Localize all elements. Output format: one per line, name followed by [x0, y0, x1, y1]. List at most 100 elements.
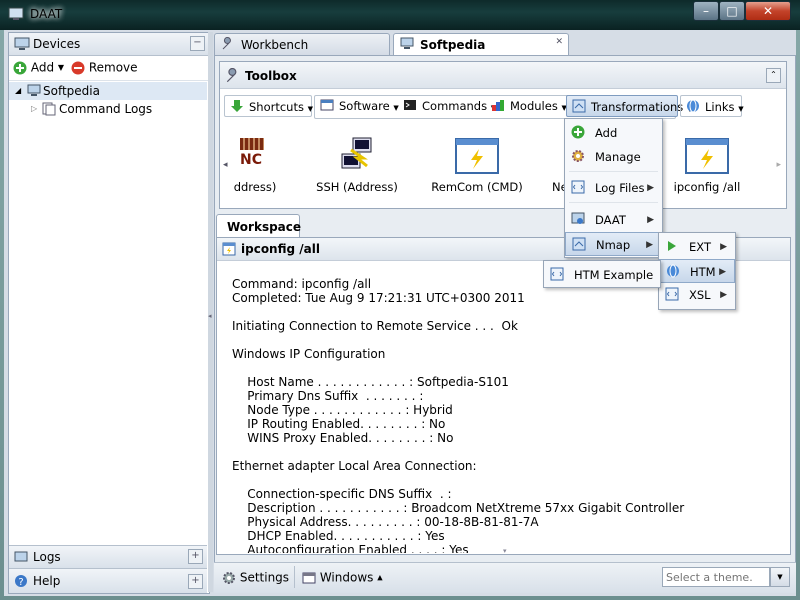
menu-item-label: DAAT	[595, 213, 626, 227]
output-line: Primary Dns Suffix . . . . . . . :	[232, 389, 424, 403]
gear-icon	[572, 150, 584, 162]
windows-label: Windows	[319, 570, 374, 585]
status-bar: Settings Windows ▲ ▼	[214, 562, 796, 593]
devices-panel: Devices − Add ▼ Remove ◢ Softpedia ▷ Com…	[8, 32, 210, 594]
collapse-toolbox-icon[interactable]: ⌃	[766, 68, 781, 83]
scroll-left-icon[interactable]: ◂	[223, 160, 228, 170]
toolbox-item-label: SSH (Address)	[316, 180, 398, 194]
expand-help-icon[interactable]: +	[188, 574, 203, 589]
remove-icon	[71, 61, 85, 74]
tree-expand-icon[interactable]: ◢	[15, 82, 21, 100]
tree-item-label: Softpedia	[43, 84, 100, 98]
menu-item-manage[interactable]: Manage	[565, 145, 662, 169]
output-line: Description . . . . . . . . . . . : Broa…	[232, 501, 685, 515]
menu-item-label: HTM Example	[574, 268, 654, 282]
status-divider	[294, 566, 295, 588]
putty-icon	[341, 137, 372, 169]
menu-separator	[569, 171, 658, 172]
output-line: Initiating Connection to Remote Service …	[232, 319, 518, 333]
menu-item-label: Add	[595, 126, 618, 140]
menu-item-ext[interactable]: EXT ▶	[659, 235, 735, 259]
transformations-button[interactable]: Transformations ▼	[566, 95, 692, 117]
close-button[interactable]: ✕	[745, 1, 791, 21]
logs-label: Logs	[33, 550, 61, 564]
svg-text:?: ?	[18, 577, 23, 588]
add-icon	[571, 125, 585, 139]
collapse-icon[interactable]: −	[190, 36, 205, 51]
app-logo-icon	[8, 7, 24, 20]
add-device-button[interactable]: Add ▼	[13, 60, 64, 75]
menu-item-htm-example[interactable]: HTM Example	[544, 263, 660, 287]
tab-workspace[interactable]: Workspace	[216, 214, 301, 238]
help-section-header[interactable]: ? Help +	[9, 568, 207, 593]
menu-item-add[interactable]: Add	[565, 121, 662, 145]
help-icon: ?	[15, 575, 27, 588]
windows-icon	[302, 572, 316, 583]
modules-button[interactable]: Modules ▼	[486, 95, 573, 117]
output-line: WINS Proxy Enabled. . . . . . . . : No	[232, 431, 454, 445]
theme-select[interactable]	[662, 567, 770, 587]
menu-item-daat[interactable]: DAAT ▶	[565, 208, 662, 232]
menu-item-nmap[interactable]: Nmap ▶	[565, 232, 662, 256]
menu-item-xsl[interactable]: XSL ▶	[659, 283, 735, 307]
dropdown-arrow-icon: ▼	[57, 63, 65, 72]
menu-item-htm[interactable]: HTM ▶	[659, 259, 735, 283]
document-icon	[222, 242, 236, 256]
gear-icon	[223, 571, 235, 584]
resize-handle-icon[interactable]: ▾	[503, 547, 507, 555]
maximize-button[interactable]: □	[719, 1, 745, 21]
scroll-right-icon[interactable]: ▸	[776, 160, 781, 170]
submenu-arrow-icon: ▶	[646, 240, 653, 250]
tab-softpedia[interactable]: Softpedia ✕	[393, 33, 569, 55]
minimize-button[interactable]: –	[693, 1, 719, 21]
output-line: Physical Address. . . . . . . . . : 00-1…	[232, 515, 539, 529]
software-button[interactable]: Software ▼	[315, 95, 405, 117]
ext-icon	[668, 241, 676, 251]
menu-item-label: HTM	[690, 265, 716, 279]
toolbox-header: Toolbox ⌃	[220, 62, 786, 89]
documents-icon	[42, 102, 56, 116]
window-title: DAAT	[30, 7, 63, 21]
netcat-icon: NC	[240, 138, 264, 172]
settings-button[interactable]: Settings	[222, 570, 289, 585]
up-arrow-icon: ▲	[377, 573, 383, 582]
remove-device-button[interactable]: Remove	[71, 60, 138, 75]
theme-dropdown-icon[interactable]: ▼	[770, 567, 790, 587]
toolbox-item-label: ipconfig /all	[673, 180, 741, 194]
transformations-menu: Add Manage Log Files ▶ DAAT ▶ Nmap ▶	[564, 118, 663, 258]
links-button[interactable]: Links ▼	[680, 95, 744, 117]
submenu-arrow-icon: ▶	[719, 267, 726, 277]
terminal-icon	[404, 100, 416, 110]
tab-label: Workbench	[241, 38, 309, 52]
tree-item-softpedia[interactable]: ◢ Softpedia	[9, 82, 207, 100]
tab-workbench[interactable]: Workbench	[214, 33, 390, 55]
theme-input[interactable]	[663, 568, 755, 586]
devices-header: Devices −	[9, 33, 209, 56]
app-window-icon	[685, 138, 729, 174]
web-icon	[667, 264, 679, 278]
wrench-icon	[222, 37, 231, 50]
nmap-submenu: EXT ▶ HTM ▶ XSL ▶	[658, 232, 736, 310]
expand-logs-icon[interactable]: +	[188, 549, 203, 564]
title-bar[interactable]	[0, 0, 800, 30]
menu-item-label: Log Files	[595, 181, 645, 195]
computer-icon	[27, 84, 41, 96]
tree-item-command-logs[interactable]: ▷ Command Logs	[9, 100, 207, 118]
menu-item-log-files[interactable]: Log Files ▶	[565, 176, 662, 200]
logs-section-header[interactable]: Logs +	[9, 545, 207, 568]
tab-label: Softpedia	[420, 38, 486, 52]
shortcuts-button[interactable]: Shortcuts ▼	[224, 95, 313, 117]
output-line: Windows IP Configuration	[232, 347, 386, 361]
windows-menu-button[interactable]: Windows ▲	[302, 570, 383, 585]
menu-item-label: EXT	[689, 240, 711, 254]
tree-collapse-icon[interactable]: ▷	[31, 100, 37, 118]
panel-splitter[interactable]: ◂	[208, 32, 213, 592]
software-label: Software	[339, 99, 390, 113]
toolbox-toolbar: Shortcuts ▼ Software ▼ Commands ▼ Module…	[224, 95, 784, 119]
xml-file-icon	[571, 180, 585, 194]
output-line: Ethernet adapter Local Area Connection:	[232, 459, 477, 473]
close-tab-icon[interactable]: ✕	[555, 37, 563, 47]
